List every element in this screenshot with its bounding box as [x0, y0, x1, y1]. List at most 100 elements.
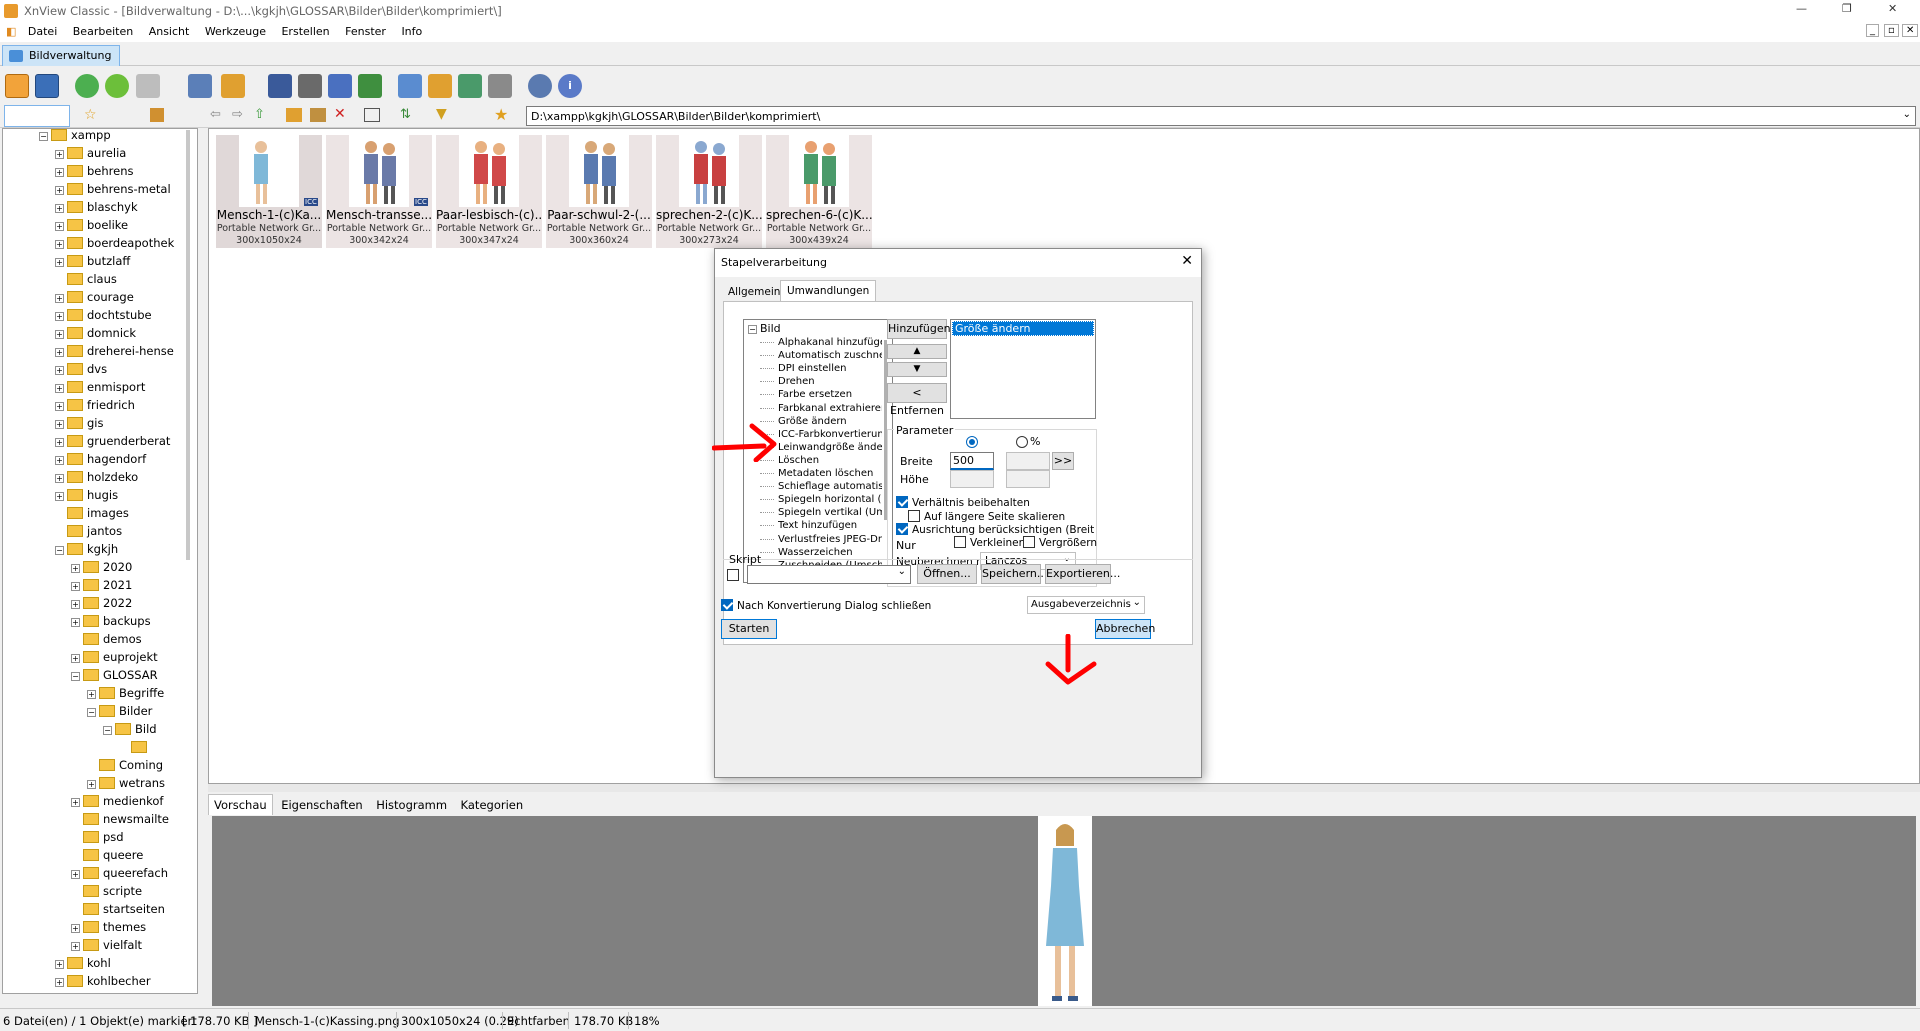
save-button[interactable]: Speichern... — [981, 564, 1047, 584]
tree-item[interactable]: + vielfalt — [71, 936, 142, 954]
mdi-restore[interactable]: ▫ — [1884, 24, 1899, 37]
expand-icon[interactable]: − — [55, 546, 64, 555]
menu-erstellen[interactable]: Erstellen — [275, 22, 335, 41]
tree-item[interactable]: + kohl — [55, 954, 111, 972]
expand-icon[interactable]: + — [71, 924, 80, 933]
expand-icon[interactable]: + — [55, 402, 64, 411]
expand-icon[interactable]: + — [55, 150, 64, 159]
expand-icon[interactable]: + — [71, 942, 80, 951]
script-select[interactable]: ⌄ — [747, 565, 911, 584]
tree-item[interactable]: + behrens-metal — [55, 180, 171, 198]
expand-icon[interactable]: + — [55, 312, 64, 321]
tab-allgemein[interactable]: Allgemein — [723, 283, 785, 301]
tree-item[interactable]: − Bild — [103, 720, 157, 738]
menu-info[interactable]: Info — [395, 22, 428, 41]
tree-item[interactable]: − kgkjh — [55, 540, 118, 558]
dialog-close-icon[interactable]: ✕ — [1181, 253, 1193, 269]
thumbnail[interactable]: Paar-lesbisch-(c)... Portable Network Gr.… — [436, 135, 542, 248]
tree-item[interactable]: + boerdeapothek — [55, 234, 174, 252]
expand-icon[interactable]: + — [55, 348, 64, 357]
capture-icon[interactable] — [398, 74, 422, 98]
tree-item[interactable]: + butzlaff — [55, 252, 130, 270]
thumbnail[interactable]: ICC Mensch-transse... Portable Network Gr.… — [326, 135, 432, 248]
refresh-icon[interactable] — [75, 74, 99, 98]
open-button[interactable]: Öffnen... — [917, 564, 977, 584]
expand-icon[interactable]: + — [71, 654, 80, 663]
maximize-button[interactable]: ❐ — [1842, 2, 1852, 15]
print-icon[interactable] — [298, 74, 322, 98]
tree-item[interactable]: +queere — [71, 846, 143, 864]
favorite-star-icon[interactable]: ★ — [494, 105, 508, 124]
tree-item[interactable]: +jantos — [55, 522, 122, 540]
menu-icon[interactable]: ◧ — [0, 22, 18, 41]
tree-item[interactable]: +Coming — [87, 756, 163, 774]
tree-item[interactable]: + enmisport — [55, 378, 145, 396]
tree-item[interactable]: + Begriffe — [87, 684, 164, 702]
folders-tab-icon[interactable] — [4, 105, 70, 127]
tree-item[interactable]: +images — [55, 504, 129, 522]
tab-umwandlungen[interactable]: Umwandlungen — [780, 280, 877, 301]
menu-ansicht[interactable]: Ansicht — [143, 22, 196, 41]
delete-icon[interactable]: ✕ — [334, 106, 346, 122]
tree-item[interactable]: + friedrich — [55, 396, 135, 414]
tree-item[interactable]: + medienkof — [71, 792, 163, 810]
favorites-tab-icon[interactable]: ☆ — [84, 107, 100, 123]
enlarge-checkbox[interactable]: Vergrößern — [1023, 536, 1097, 549]
breite-input[interactable]: 500 — [950, 452, 994, 470]
expand-icon[interactable]: + — [55, 258, 64, 267]
tree-item[interactable]: + wetrans — [87, 774, 165, 792]
scanner-icon[interactable] — [328, 74, 352, 98]
expand-icon[interactable]: + — [55, 222, 64, 231]
expand-icon[interactable]: − — [39, 132, 48, 141]
expand-icon[interactable]: + — [55, 168, 64, 177]
expand-icon[interactable]: + — [55, 330, 64, 339]
minimize-button[interactable]: — — [1796, 2, 1807, 15]
transform-item[interactable]: ICC-Farbkonvertierung — [778, 428, 882, 441]
move-up-button[interactable]: ▲ — [887, 344, 947, 359]
expand-icon[interactable]: + — [55, 492, 64, 501]
expand-icon[interactable]: + — [55, 366, 64, 375]
transform-item[interactable]: DPI einstellen — [778, 362, 882, 375]
tree-item[interactable]: +2021 — [71, 576, 132, 594]
tree-item[interactable]: + behrens — [55, 162, 134, 180]
menu-datei[interactable]: Datei — [22, 22, 63, 41]
tree-item[interactable]: + domnick — [55, 324, 136, 342]
tree-item[interactable]: − GLOSSAR — [71, 666, 158, 684]
tree-item[interactable]: + aurelia — [55, 144, 126, 162]
acquire-icon[interactable] — [136, 74, 160, 98]
expand-icon[interactable]: + — [55, 960, 64, 969]
breite-percent-input[interactable] — [1006, 452, 1050, 470]
keep-ratio-checkbox[interactable]: Verhältnis beibehalten — [896, 496, 1030, 509]
radio-pixel[interactable] — [966, 436, 978, 448]
tree-item[interactable]: +scripte — [71, 882, 142, 900]
add-button[interactable]: Hinzufügen > — [887, 319, 951, 353]
tree-item[interactable]: + courage — [55, 288, 134, 306]
expand-icon[interactable]: + — [71, 618, 80, 627]
tree-item[interactable]: +startseiten — [71, 900, 165, 918]
tree-item[interactable]: + blaschyk — [55, 198, 138, 216]
menu-werkzeuge[interactable]: Werkzeuge — [199, 22, 272, 41]
tab-bildverwaltung[interactable]: Bildverwaltung — [2, 45, 121, 66]
tree-item[interactable]: + queerefach — [71, 864, 168, 882]
transform-item[interactable]: Spiegeln horizontal (Ums — [778, 493, 882, 506]
tree-item[interactable]: + — [119, 738, 151, 756]
tree-item[interactable]: + hagendorf — [55, 450, 146, 468]
script-checkbox[interactable] — [727, 569, 743, 582]
tree-item[interactable]: + backups — [71, 612, 151, 630]
tree-item[interactable]: + dvs — [55, 360, 107, 378]
start-button[interactable]: Starten — [721, 619, 777, 639]
selected-item[interactable]: Größe ändern — [952, 321, 1094, 336]
copy-to-icon[interactable] — [188, 74, 212, 98]
tab-kategorien[interactable]: Kategorien — [456, 795, 529, 815]
cancel-button[interactable]: Abbrechen — [1095, 619, 1155, 639]
back-icon[interactable]: ⇦ — [210, 107, 221, 122]
tree-item[interactable]: +newsmailte — [71, 810, 169, 828]
tab-eigenschaften[interactable]: Eigenschaften — [276, 795, 368, 815]
slideshow-icon[interactable] — [358, 74, 382, 98]
address-bar[interactable]: D:\xampp\kgkjh\GLOSSAR\Bilder\Bilder\kom… — [526, 106, 1916, 126]
transform-item[interactable]: Metadaten löschen — [778, 467, 882, 480]
binoculars-icon[interactable] — [268, 74, 292, 98]
expand-icon[interactable]: + — [55, 978, 64, 987]
expand-icon[interactable]: + — [55, 474, 64, 483]
expand-icon[interactable]: − — [71, 672, 80, 681]
